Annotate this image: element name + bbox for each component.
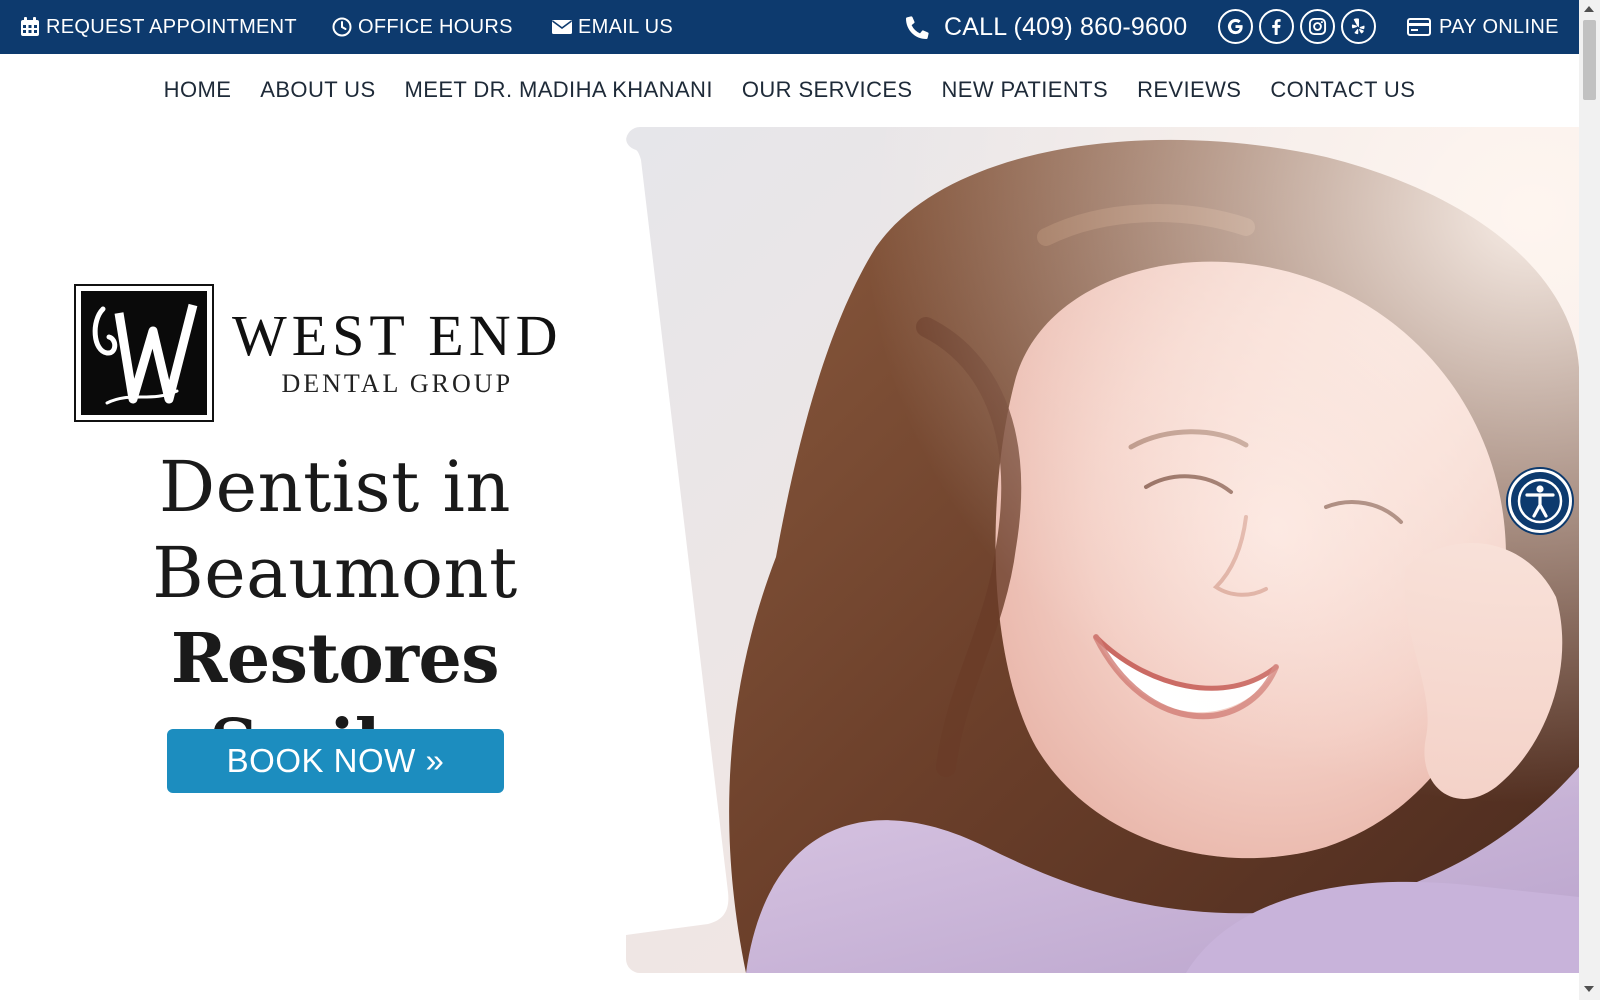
- logo-line-dental-group: DENTAL GROUP: [281, 369, 514, 398]
- nav-item-about-us[interactable]: ABOUT US: [260, 77, 375, 103]
- accessibility-widget-button[interactable]: [1508, 469, 1572, 533]
- clock-icon: [332, 17, 352, 37]
- monogram-w-icon: [81, 291, 207, 415]
- headline-line-2: Beaumont: [152, 532, 518, 614]
- calendar-icon: [21, 17, 39, 36]
- instagram-icon: [1308, 17, 1327, 36]
- office-hours-label: OFFICE HOURS: [358, 15, 513, 38]
- nav-item-contact-us[interactable]: CONTACT US: [1270, 77, 1415, 103]
- nav-item-meet-doctor[interactable]: MEET DR. MADIHA KHANANI: [405, 77, 713, 103]
- envelope-icon: [552, 20, 572, 34]
- social-links: [1218, 9, 1376, 44]
- logo-wordmark: WEST END DENTAL GROUP: [232, 307, 563, 399]
- accessibility-icon: [1517, 478, 1563, 524]
- google-link[interactable]: [1218, 9, 1253, 44]
- logo-monogram: [74, 284, 214, 422]
- book-now-button[interactable]: BOOK NOW »: [167, 729, 504, 793]
- office-hours-link[interactable]: OFFICE HOURS: [332, 0, 513, 54]
- facebook-link[interactable]: [1259, 9, 1294, 44]
- email-us-link[interactable]: EMAIL US: [552, 0, 673, 54]
- facebook-icon: [1272, 19, 1281, 36]
- yelp-link[interactable]: [1341, 9, 1376, 44]
- page-scrollbar[interactable]: [1579, 0, 1600, 1000]
- nav-item-home[interactable]: HOME: [164, 77, 232, 103]
- hero-photo: [626, 127, 1579, 973]
- request-appointment-label: REQUEST APPOINTMENT: [46, 15, 297, 38]
- main-navigation: HOME ABOUT US MEET DR. MADIHA KHANANI OU…: [0, 54, 1579, 126]
- call-phone-label: CALL (409) 860-9600: [944, 12, 1188, 41]
- google-icon: [1227, 18, 1243, 35]
- call-phone-link[interactable]: CALL (409) 860-9600: [906, 0, 1187, 54]
- instagram-link[interactable]: [1300, 9, 1335, 44]
- scroll-up-arrow-icon[interactable]: [1584, 6, 1594, 12]
- email-us-label: EMAIL US: [578, 15, 674, 38]
- phone-icon: [906, 16, 929, 39]
- scrollbar-thumb[interactable]: [1583, 20, 1596, 100]
- pay-online-label: PAY ONLINE: [1439, 15, 1559, 38]
- nav-item-reviews[interactable]: REVIEWS: [1137, 77, 1241, 103]
- pay-online-link[interactable]: PAY ONLINE: [1407, 0, 1559, 54]
- headline-line-1: Dentist in: [159, 446, 511, 528]
- top-utility-bar: REQUEST APPOINTMENT OFFICE HOURS EMAIL U…: [0, 0, 1579, 54]
- logo-line-west-end: WEST END: [232, 303, 563, 368]
- request-appointment-link[interactable]: REQUEST APPOINTMENT: [20, 0, 297, 54]
- nav-item-new-patients[interactable]: NEW PATIENTS: [942, 77, 1109, 103]
- nav-item-our-services[interactable]: OUR SERVICES: [742, 77, 913, 103]
- west-end-dental-logo[interactable]: WEST END DENTAL GROUP: [74, 284, 594, 422]
- credit-card-icon: [1407, 18, 1431, 36]
- yelp-icon: [1351, 18, 1365, 35]
- scroll-down-arrow-icon[interactable]: [1584, 986, 1594, 992]
